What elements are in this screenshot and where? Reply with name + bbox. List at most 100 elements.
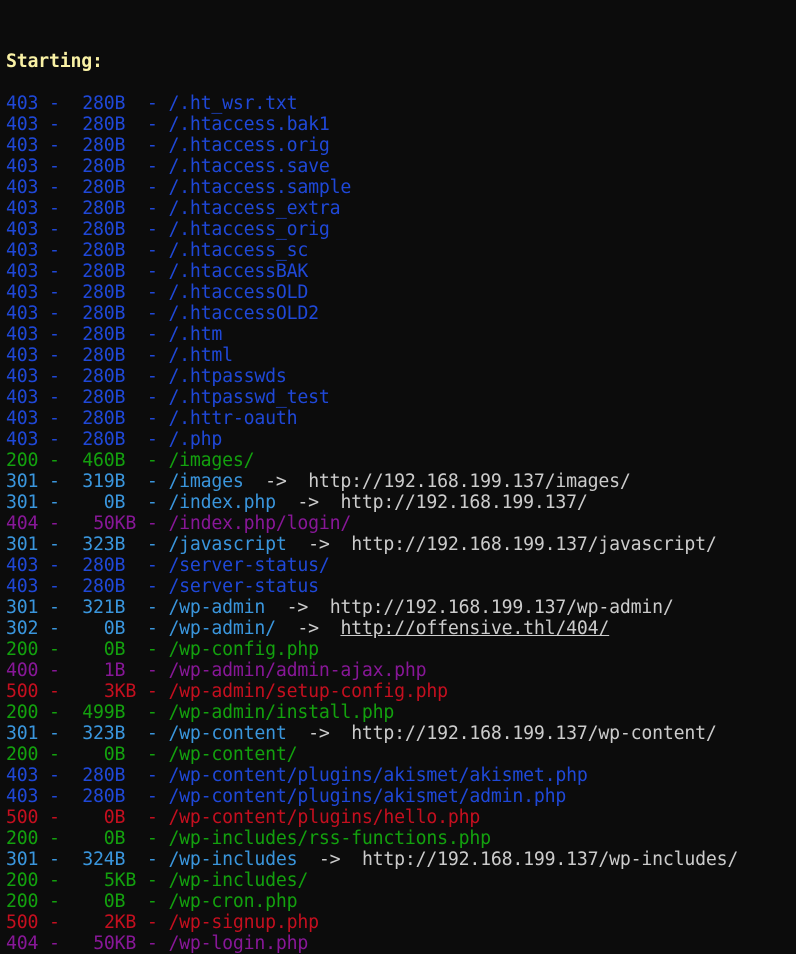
result-row: 500 - 3KB - /wp-admin/setup-config.php bbox=[6, 681, 796, 702]
response-size: 50KB bbox=[93, 933, 137, 954]
status-code: 403 bbox=[6, 114, 39, 135]
separator: - bbox=[38, 828, 71, 849]
status-code: 403 bbox=[6, 303, 39, 324]
result-row: 403 - 280B - /.ht_wsr.txt bbox=[6, 93, 796, 114]
separator: - bbox=[136, 681, 169, 702]
status-code: 200 bbox=[6, 744, 39, 765]
path: /wp-content/plugins/akismet/admin.php bbox=[168, 786, 567, 807]
redirect-arrow: -> bbox=[286, 534, 352, 555]
response-size: 0B bbox=[103, 618, 126, 639]
separator: - bbox=[136, 723, 169, 744]
path: /javascript bbox=[168, 534, 287, 555]
path: /.htpasswd_test bbox=[168, 387, 330, 408]
response-size: 2KB bbox=[103, 912, 137, 933]
status-code: 403 bbox=[6, 408, 39, 429]
separator: - bbox=[136, 282, 169, 303]
redirect-url: http://192.168.199.137/images/ bbox=[308, 471, 631, 492]
path: /wp-content bbox=[168, 723, 287, 744]
result-row: 403 - 280B - /.htpasswd_test bbox=[6, 387, 796, 408]
status-code: 404 bbox=[6, 933, 39, 954]
result-row: 200 - 0B - /wp-config.php bbox=[6, 639, 796, 660]
result-row: 301 - 323B - /javascript -> http://192.1… bbox=[6, 534, 796, 555]
separator: - bbox=[38, 534, 71, 555]
status-code: 403 bbox=[6, 429, 39, 450]
result-row: 200 - 5KB - /wp-includes/ bbox=[6, 870, 796, 891]
separator: - bbox=[136, 366, 169, 387]
redirect-arrow: -> bbox=[297, 849, 362, 870]
path: /images/ bbox=[168, 450, 255, 471]
status-code: 301 bbox=[6, 534, 39, 555]
result-row: 403 - 280B - /.htaccess.orig bbox=[6, 135, 796, 156]
path: /images bbox=[168, 471, 244, 492]
separator: - bbox=[136, 702, 169, 723]
response-size: 499B bbox=[82, 702, 126, 723]
separator: - bbox=[136, 534, 169, 555]
separator: - bbox=[38, 429, 71, 450]
status-code: 200 bbox=[6, 450, 39, 471]
separator: - bbox=[136, 576, 169, 597]
result-row: 200 - 0B - /wp-content/ bbox=[6, 744, 796, 765]
response-size: 280B bbox=[82, 576, 126, 597]
path: /wp-content/plugins/hello.php bbox=[168, 807, 481, 828]
redirect-url: http://192.168.199.137/wp-content/ bbox=[351, 723, 717, 744]
path: /wp-content/ bbox=[168, 744, 298, 765]
path: /wp-admin bbox=[168, 597, 266, 618]
result-row: 403 - 280B - /.htaccessOLD bbox=[6, 282, 796, 303]
separator: - bbox=[38, 597, 71, 618]
path: /wp-cron.php bbox=[168, 891, 298, 912]
separator: - bbox=[38, 723, 71, 744]
separator: - bbox=[136, 744, 169, 765]
response-size: 0B bbox=[103, 492, 126, 513]
response-size: 280B bbox=[82, 156, 126, 177]
separator: - bbox=[136, 114, 169, 135]
separator: - bbox=[38, 660, 71, 681]
status-code: 301 bbox=[6, 471, 39, 492]
path: /.htm bbox=[168, 324, 223, 345]
separator: - bbox=[38, 744, 71, 765]
separator: - bbox=[136, 786, 169, 807]
response-size: 280B bbox=[82, 303, 126, 324]
result-row: 403 - 280B - /.htaccess.save bbox=[6, 156, 796, 177]
response-size: 280B bbox=[82, 261, 126, 282]
status-code: 400 bbox=[6, 660, 39, 681]
path: /.htaccessOLD bbox=[168, 282, 309, 303]
response-size: 280B bbox=[82, 408, 126, 429]
separator: - bbox=[136, 324, 169, 345]
path: /index.php/login/ bbox=[168, 513, 352, 534]
result-row: 403 - 280B - /server-status/ bbox=[6, 555, 796, 576]
result-row: 404 - 50KB - /wp-login.php bbox=[6, 933, 796, 954]
separator: - bbox=[136, 933, 169, 954]
separator: - bbox=[38, 786, 71, 807]
result-row: 400 - 1B - /wp-admin/admin-ajax.php bbox=[6, 660, 796, 681]
response-size: 321B bbox=[82, 597, 126, 618]
separator: - bbox=[38, 387, 71, 408]
separator: - bbox=[136, 618, 169, 639]
terminal-output: Starting: 403 - 280B - /.ht_wsr.txt 403 -… bbox=[0, 0, 796, 954]
result-row: 301 - 323B - /wp-content -> http://192.1… bbox=[6, 723, 796, 744]
result-row: 500 - 2KB - /wp-signup.php bbox=[6, 912, 796, 933]
redirect-url: http://192.168.199.137/wp-admin/ bbox=[329, 597, 674, 618]
response-size: 0B bbox=[103, 891, 126, 912]
path: /wp-admin/ bbox=[168, 618, 276, 639]
path: /.htaccess_orig bbox=[168, 219, 330, 240]
separator: - bbox=[38, 513, 71, 534]
result-row: 404 - 50KB - /index.php/login/ bbox=[6, 513, 796, 534]
separator: - bbox=[38, 639, 71, 660]
result-row: 200 - 499B - /wp-admin/install.php bbox=[6, 702, 796, 723]
path: /wp-signup.php bbox=[168, 912, 319, 933]
response-size: 319B bbox=[82, 471, 126, 492]
response-size: 280B bbox=[82, 135, 126, 156]
path: /wp-includes bbox=[168, 849, 298, 870]
redirect-url[interactable]: http://offensive.thl/404/ bbox=[340, 618, 609, 639]
separator: - bbox=[136, 345, 169, 366]
separator: - bbox=[136, 870, 169, 891]
result-row: 302 - 0B - /wp-admin/ -> http://offensiv… bbox=[6, 618, 796, 639]
status-code: 404 bbox=[6, 513, 39, 534]
status-code: 301 bbox=[6, 849, 39, 870]
result-row: 403 - 280B - /.htaccess_orig bbox=[6, 219, 796, 240]
separator: - bbox=[38, 702, 71, 723]
response-size: 324B bbox=[82, 849, 126, 870]
path: /server-status bbox=[168, 576, 319, 597]
result-row: 403 - 280B - /.htm bbox=[6, 324, 796, 345]
path: /.htaccess.save bbox=[168, 156, 330, 177]
